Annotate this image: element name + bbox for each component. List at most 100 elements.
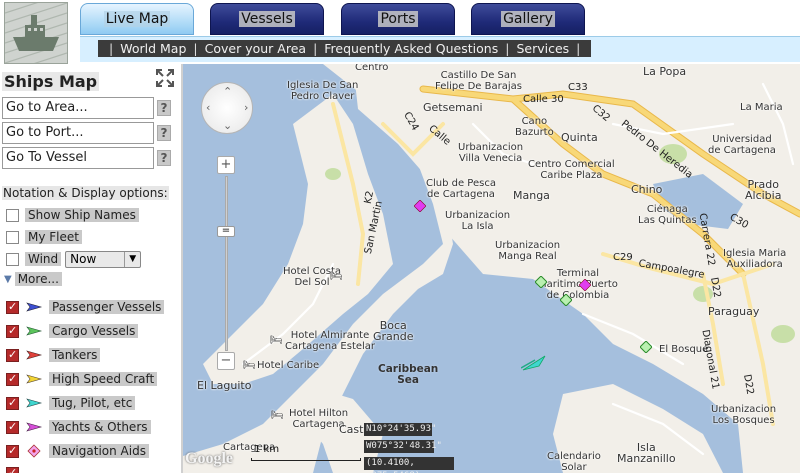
tab-label: Gallery [501,11,555,27]
tug-pilot-marker[interactable] [521,354,549,374]
site-logo[interactable] [4,0,68,74]
tug-pilot-icon [26,398,43,408]
wind-checkbox[interactable] [6,252,19,266]
hotel-icon: 🛏 [243,360,256,371]
map-label: Universidad de Cartagena [708,134,776,156]
nav-world-map[interactable]: World Map [120,41,186,56]
nav-separator: | [576,41,581,56]
longitude-readout: W075°32'48.31" [364,440,442,453]
help-icon[interactable]: ? [157,150,171,166]
layer-label: Tug, Pilot, etc [49,396,136,410]
pan-control[interactable]: ⌃ ⌄ ‹ › [201,82,253,134]
road-label: C33 [568,82,588,93]
cargo-marker[interactable] [535,276,547,288]
navigation-aid-icon [27,444,41,458]
passenger-vessel-icon [26,302,43,312]
nav-services[interactable]: Services [516,41,569,56]
my-fleet-checkbox[interactable] [6,230,19,244]
nav-cover-your-area[interactable]: Cover your Area [205,41,306,56]
wind-select-value: Now [70,251,97,266]
map-label: Cast [339,423,364,436]
pan-up-icon[interactable]: ⌃ [223,85,232,98]
tab-vessels[interactable]: Vessels [210,3,324,35]
map-label: Club de Pesca de Cartagena [426,178,496,200]
cargo-vessel-icon [26,326,43,336]
scale-bar [251,458,361,461]
layer-passenger-vessels[interactable]: Passenger Vessels [6,298,165,316]
map-label: Iglesia De San Pedro Claver [287,80,359,102]
chevron-down-icon: ▼ [124,251,140,267]
layer-checkbox[interactable] [6,348,19,362]
go-to-vessel-input[interactable]: Go To Vessel [2,147,154,169]
fullscreen-expand-icon[interactable] [155,68,175,88]
option-label: Wind [25,252,62,266]
latitude-readout: N10°24'35.93" [364,423,437,436]
map-label: Hotel Almirante Cartagena Estelar [285,330,376,352]
nav-faq[interactable]: Frequently Asked Questions [324,41,498,56]
road-label: Calle 30 [523,94,564,105]
layer-checkbox[interactable] [6,396,19,410]
layer-label: Navigation Aids [49,444,149,458]
map-label: La Maria [740,102,783,113]
pan-right-icon[interactable]: › [244,101,248,114]
map-label: Boca Grande [373,319,414,343]
pan-down-icon[interactable]: ⌄ [223,119,232,132]
map-label: El Laguito [197,379,252,392]
layer-tankers[interactable]: Tankers [6,346,101,364]
more-options-toggle[interactable]: ▼ More... [4,272,62,286]
layer-navigation-aids[interactable]: Navigation Aids [6,442,149,460]
ship-logo-icon [4,0,68,74]
layer-yachts-others[interactable]: Yachts & Others [6,418,151,436]
map-label: Terminal Maritimo Puerto de Colombia [538,268,618,301]
layer-checkbox[interactable] [6,444,19,458]
show-ship-names-checkbox[interactable] [6,208,19,222]
yacht-marker[interactable] [414,200,426,212]
yacht-marker[interactable] [579,279,591,291]
zoom-out-button[interactable]: − [217,352,235,370]
cargo-marker[interactable] [560,294,572,306]
nav-separator: | [193,41,198,56]
tab-ports[interactable]: Ports [341,3,455,35]
high-speed-craft-icon [26,374,43,384]
zoom-in-button[interactable]: + [217,156,235,174]
tab-live-map[interactable]: Live Map [80,3,194,35]
map-label: Castillo De San Felipe De Barajas [435,70,522,92]
layer-checkbox[interactable] [6,300,19,314]
map-label: Centro Comercial Caribe Plaza [528,159,615,181]
live-map[interactable]: Centro La Popa Iglesia De San Pedro Clav… [183,64,800,473]
help-icon[interactable]: ? [157,100,171,116]
zoom-slider-handle[interactable]: = [217,226,235,237]
show-ship-names-option[interactable]: Show Ship Names [6,206,139,224]
pan-left-icon[interactable]: ‹ [206,101,210,114]
zoom-slider-track[interactable] [225,176,228,351]
tab-gallery[interactable]: Gallery [471,3,585,35]
decimal-coord-readout: (10.4100, -075.5468) [364,457,454,473]
wind-option[interactable]: Wind Now ▼ [6,250,142,268]
layer-checkbox[interactable] [6,466,19,473]
map-label: La Popa [643,65,687,78]
map-label: Hotel Caribe [257,360,320,371]
map-label: Cano Bazurto [515,116,554,138]
scale-label: 1 km [254,444,280,455]
go-to-port-input[interactable]: Go to Port... [2,122,154,144]
layer-tug-pilot[interactable]: Tug, Pilot, etc [6,394,136,412]
my-fleet-option[interactable]: My Fleet [6,228,82,246]
layer-high-speed-craft[interactable]: High Speed Craft [6,370,158,388]
layer-checkbox[interactable] [6,372,19,386]
sidebar: Ships Map Go to Area... ? Go to Port... … [0,64,183,473]
layer-checkbox[interactable] [6,420,19,434]
road-label: C29 [613,252,633,263]
layer-checkbox[interactable] [6,324,19,338]
help-icon[interactable]: ? [157,125,171,141]
layer-partial-row[interactable] [6,464,25,473]
map-label: Calendario Solar [547,451,601,473]
google-logo[interactable]: Google [185,450,233,468]
map-label: Quinta [561,131,598,144]
wind-time-select[interactable]: Now ▼ [65,250,142,268]
hotel-icon: 🛏 [270,335,283,346]
layer-cargo-vessels[interactable]: Cargo Vessels [6,322,139,340]
cargo-marker[interactable] [640,341,652,353]
go-to-area-input[interactable]: Go to Area... [2,97,154,119]
nav-separator: | [109,41,114,56]
hotel-icon: 🛏 [330,271,343,282]
